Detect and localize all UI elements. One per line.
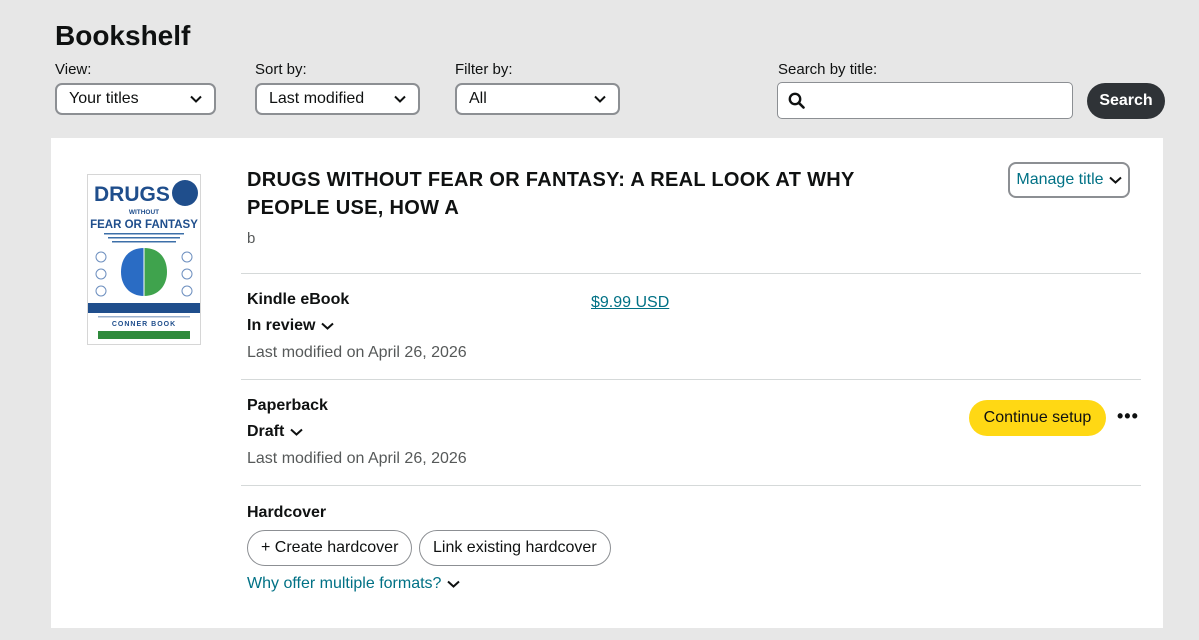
more-options-icon[interactable]: ••• <box>1117 406 1139 427</box>
filter-label: Filter by: <box>455 61 513 78</box>
chevron-down-icon <box>190 95 202 103</box>
book-cover[interactable]: DRUGS WITHOUT FEAR OR FANTASY CONNER BOO… <box>87 174 201 345</box>
format-name-hardcover: Hardcover <box>247 504 327 521</box>
book-cover-art: DRUGS WITHOUT FEAR OR FANTASY CONNER BOO… <box>88 175 200 344</box>
sort-select[interactable]: Last modified <box>255 83 420 115</box>
kindle-status-dropdown[interactable]: In review <box>247 317 335 335</box>
search-button[interactable]: Search <box>1087 83 1165 119</box>
chevron-down-icon <box>447 580 461 588</box>
book-title: DRUGS WITHOUT FEAR OR FANTASY: A REAL LO… <box>247 169 855 219</box>
page-title: Bookshelf <box>55 20 191 51</box>
link-existing-hardcover-button[interactable]: Link existing hardcover <box>419 530 611 566</box>
cover-title-line-2: WITHOUT <box>129 209 159 216</box>
book-card: DRUGS WITHOUT FEAR OR FANTASY CONNER BOO… <box>51 138 1163 628</box>
search-icon <box>788 92 805 109</box>
chevron-down-icon <box>594 95 606 103</box>
paperback-status-dropdown[interactable]: Draft <box>247 423 304 441</box>
format-name-paperback: Paperback <box>247 397 328 414</box>
cover-author: CONNER BOOK <box>112 321 176 328</box>
sort-select-value: Last modified <box>269 90 365 107</box>
divider <box>241 485 1141 486</box>
cover-badge <box>172 180 198 206</box>
filter-select-value: All <box>469 90 487 107</box>
kindle-status: In review <box>247 317 316 334</box>
view-select[interactable]: Your titles <box>55 83 216 115</box>
kindle-price-link[interactable]: $9.99 USD <box>591 294 669 312</box>
paperback-status: Draft <box>247 423 285 440</box>
book-author: b <box>247 230 256 247</box>
divider <box>241 379 1141 380</box>
manage-title-label: Manage title <box>1016 171 1104 188</box>
chevron-down-icon <box>290 428 304 436</box>
cover-title-line-1: DRUGS <box>94 183 170 206</box>
chevron-down-icon <box>321 322 335 330</box>
create-hardcover-button[interactable]: + Create hardcover <box>247 530 413 566</box>
why-multiple-formats-label: Why offer multiple formats? <box>247 575 442 592</box>
view-select-value: Your titles <box>69 90 139 107</box>
why-multiple-formats-link[interactable]: Why offer multiple formats? <box>247 575 461 593</box>
divider <box>241 273 1141 274</box>
manage-title-button[interactable]: Manage title <box>1008 162 1130 198</box>
filter-select[interactable]: All <box>455 83 620 115</box>
search-input[interactable] <box>813 90 1072 111</box>
search-field[interactable] <box>777 82 1073 119</box>
paperback-last-modified: Last modified on April 26, 2026 <box>247 450 467 467</box>
kindle-last-modified: Last modified on April 26, 2026 <box>247 344 467 361</box>
chevron-down-icon <box>1108 176 1122 184</box>
continue-setup-button[interactable]: Continue setup <box>969 400 1106 436</box>
chevron-down-icon <box>394 95 406 103</box>
search-label: Search by title: <box>778 61 878 78</box>
view-label: View: <box>55 61 92 78</box>
sort-label: Sort by: <box>255 61 307 78</box>
cover-title-line-3: FEAR OR FANTASY <box>90 219 198 231</box>
format-name-kindle: Kindle eBook <box>247 291 350 308</box>
